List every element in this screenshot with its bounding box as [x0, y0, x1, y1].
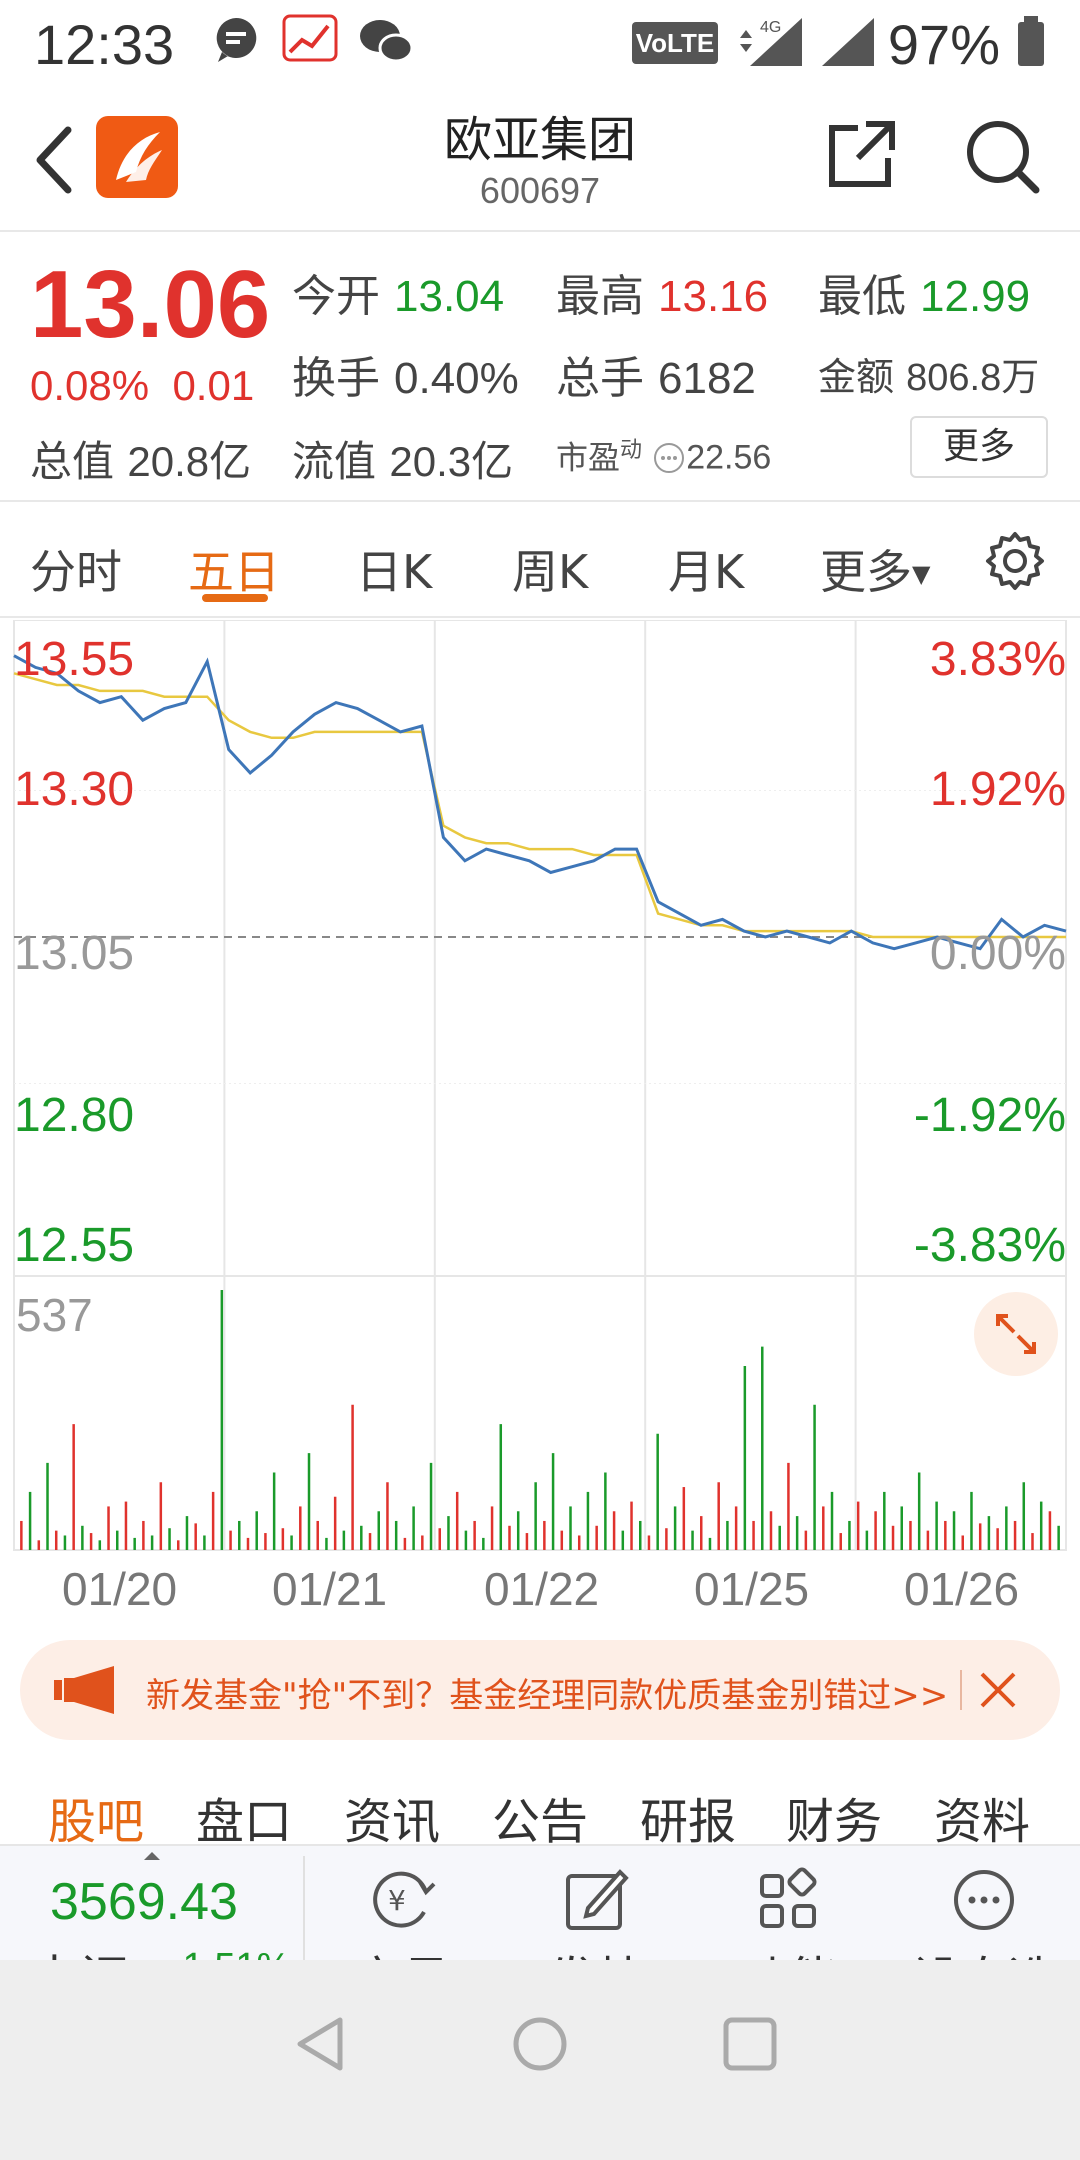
- promo-banner[interactable]: 新发基金"抢"不到？基金经理同款优质基金别错过>>: [20, 1640, 1060, 1740]
- bottom-toolbar: 3569.43 上证 -1.51% ¥ 交易 发帖 功能 设自选: [0, 1844, 1080, 2016]
- tab-intraday[interactable]: 分时: [30, 536, 122, 602]
- y-tick-left: 13.55: [14, 633, 135, 686]
- y-tick-left: 13.30: [14, 763, 135, 816]
- y-tick-right: 3.83%: [929, 633, 1066, 686]
- message-icon: [216, 17, 257, 62]
- price-line: [13, 654, 1067, 951]
- price-change: 0.08% 0.01: [30, 362, 254, 410]
- quote-open: 今开 13.04: [292, 271, 505, 322]
- tab-five-day[interactable]: 五日: [188, 536, 280, 602]
- quote-panel: 13.06 0.08% 0.01 今开 13.04 最高 13.16 最低 12…: [0, 232, 1080, 502]
- index-value: 3569.43: [50, 1873, 238, 1931]
- search-icon[interactable]: [962, 116, 1042, 196]
- expand-chart-button[interactable]: [974, 1292, 1058, 1376]
- x-tick: 01/21: [272, 1563, 388, 1615]
- quote-amount: 金额 806.8万: [818, 355, 1040, 399]
- current-price: 13.06: [30, 251, 271, 358]
- status-time: 12:33: [34, 13, 175, 76]
- y-tick-right: -1.92%: [913, 1089, 1066, 1142]
- tab-weekly-k[interactable]: 周K: [512, 536, 588, 602]
- grid-icon: [760, 1867, 817, 1928]
- tab-monthly-k[interactable]: 月K: [668, 536, 744, 602]
- signal-icon: [822, 18, 874, 66]
- stock-app-icon: [282, 14, 338, 62]
- y-tick-left: 13.05: [14, 927, 135, 980]
- quote-high: 最高 13.16: [556, 271, 769, 322]
- system-nav-bar: [0, 1960, 1080, 2160]
- x-tick: 01/20: [62, 1563, 178, 1615]
- nav-back-icon[interactable]: [292, 2014, 348, 2074]
- tab-finance[interactable]: 财务: [786, 1782, 882, 1852]
- share-icon[interactable]: [826, 118, 898, 190]
- x-tick: 01/22: [484, 1563, 600, 1615]
- close-icon[interactable]: [978, 1670, 1018, 1710]
- wechat-icon: [360, 20, 414, 63]
- tab-announcements[interactable]: 公告: [492, 1782, 588, 1852]
- more-dots-icon: [954, 1870, 1014, 1930]
- chart-tabs: 分时 五日 日K 周K 月K 更多▼: [0, 502, 1080, 618]
- tab-pankou[interactable]: 盘口: [196, 1782, 292, 1852]
- quote-low: 最低 12.99: [818, 271, 1031, 322]
- chart-frame: [13, 620, 1067, 1551]
- y-tick-right: -3.83%: [913, 1219, 1066, 1272]
- stock-name: 欧亚集团: [443, 112, 636, 168]
- tab-research[interactable]: 研报: [640, 1782, 736, 1852]
- tab-news[interactable]: 资讯: [344, 1782, 440, 1852]
- caret-up-icon: [144, 1852, 160, 1860]
- trade-icon: ¥: [373, 1871, 436, 1928]
- change-percent: 0.08%: [30, 362, 150, 409]
- svg-text:4G: 4G: [760, 19, 781, 36]
- battery-percent: 97%: [887, 13, 1000, 76]
- x-tick: 01/26: [904, 1563, 1020, 1615]
- quote-pe: 市盈动 22.56: [556, 438, 772, 477]
- five-day-chart[interactable]: 13.55 13.30 13.05 12.80 12.55 3.83% 1.92…: [0, 620, 1080, 1615]
- tab-profile[interactable]: 资料: [934, 1782, 1030, 1852]
- expand-icon: [996, 1314, 1036, 1354]
- svg-text:¥: ¥: [388, 1884, 406, 1917]
- settings-gear-icon[interactable]: [984, 530, 1046, 592]
- stock-code: 600697: [479, 170, 601, 211]
- y-tick-right: 0.00%: [929, 927, 1066, 980]
- average-line: [13, 672, 1066, 939]
- quote-volume: 总手 6182: [556, 353, 756, 404]
- signal-4g-icon: 4G: [740, 18, 802, 66]
- y-tick-right: 1.92%: [929, 763, 1066, 816]
- change-amount: 0.01: [172, 362, 255, 409]
- dropdown-caret-icon: ▼: [912, 560, 931, 588]
- x-tick: 01/25: [694, 1563, 810, 1615]
- volte-badge: VoLTE: [632, 22, 718, 64]
- pe-info-icon[interactable]: [652, 441, 686, 475]
- battery-icon: [1018, 16, 1044, 66]
- info-tabs: 股吧 盘口 资讯 公告 研报 财务 资料: [0, 1760, 1080, 1850]
- banner-text: 新发基金"抢"不到？基金经理同款优质基金别错过>>: [146, 1676, 949, 1716]
- volume-max-label: 537: [16, 1289, 93, 1341]
- tab-more[interactable]: 更多▼: [820, 536, 930, 602]
- megaphone-icon: [54, 1666, 114, 1714]
- tab-guba[interactable]: 股吧: [48, 1782, 144, 1852]
- nav-home-icon[interactable]: [510, 2014, 570, 2074]
- y-tick-left: 12.55: [14, 1219, 135, 1272]
- edit-icon: [566, 1869, 629, 1930]
- active-tab-indicator: [202, 594, 268, 602]
- quote-float: 流值 20.3亿: [292, 437, 514, 486]
- y-tick-left: 12.80: [14, 1089, 135, 1142]
- nav-recents-icon[interactable]: [720, 2014, 780, 2074]
- quote-turnover: 换手 0.40%: [292, 353, 519, 404]
- quote-mktcap: 总值 20.8亿: [30, 437, 252, 486]
- banner-divider: [960, 1670, 962, 1710]
- tab-daily-k[interactable]: 日K: [356, 536, 432, 602]
- app-header: 欧亚集团 600697: [0, 90, 1080, 232]
- status-bar: 12:33 VoLTE 4G 97%: [0, 0, 1080, 90]
- more-quote-button[interactable]: 更多: [910, 416, 1048, 478]
